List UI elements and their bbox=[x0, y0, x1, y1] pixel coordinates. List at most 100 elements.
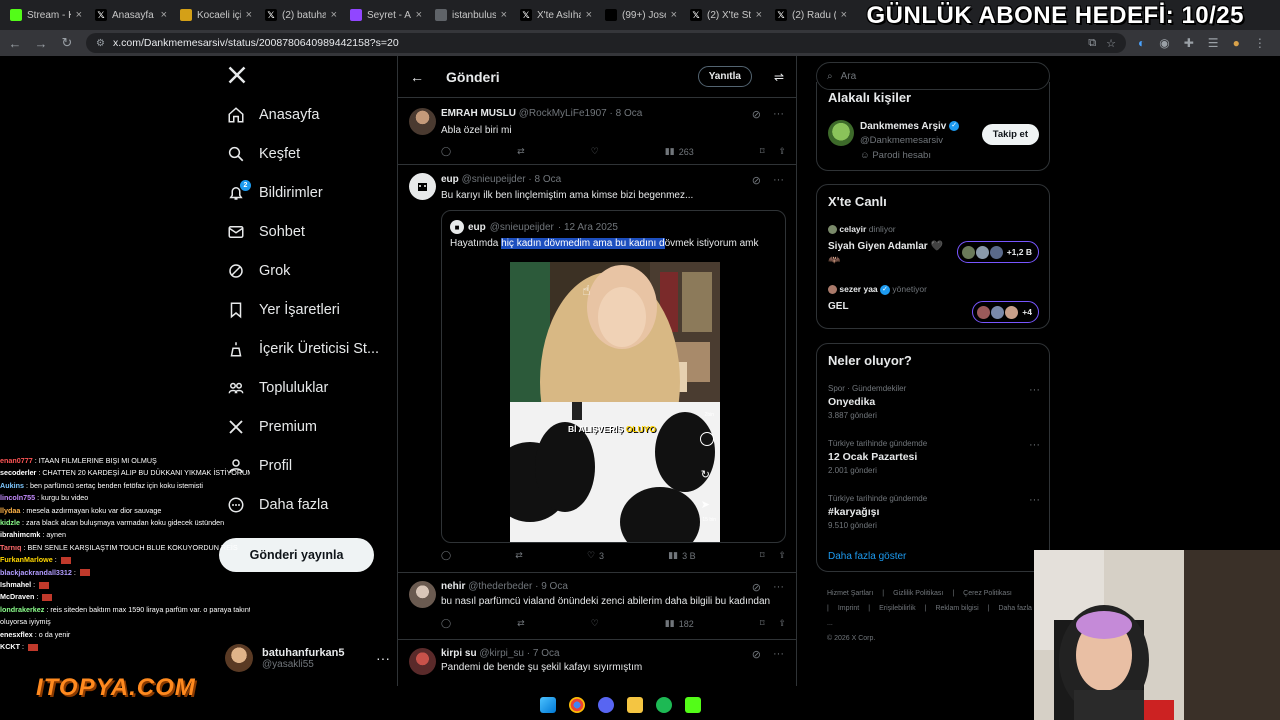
grok-icon[interactable]: ⊘ bbox=[752, 174, 761, 187]
browser-tab[interactable]: istanbulusu × bbox=[429, 3, 513, 27]
sidebar-item-communities[interactable]: Topluluklar bbox=[227, 373, 328, 403]
reply-icon[interactable]: ◯ bbox=[441, 618, 451, 629]
reading-list-icon[interactable]: ☰ bbox=[1208, 36, 1219, 50]
sidebar-item-grok[interactable]: Grok bbox=[227, 256, 290, 286]
like-stat[interactable]: ♡ 3 bbox=[587, 550, 604, 561]
more-dots-icon[interactable]: ··· bbox=[376, 650, 390, 666]
quoted-tweet[interactable]: ■ eup @snieupeijder · 12 Ara 2025 Hayatı… bbox=[441, 210, 786, 543]
browser-tab[interactable]: (99+) Josep × bbox=[599, 3, 683, 27]
reload-icon[interactable]: ↻ bbox=[60, 35, 74, 51]
like-icon[interactable]: ♡ bbox=[591, 618, 599, 629]
refresh-icon[interactable]: ↻ bbox=[701, 468, 710, 481]
bookmark-icon[interactable]: ⌑ bbox=[760, 550, 765, 561]
reply-button[interactable]: Yanıtla bbox=[697, 66, 752, 87]
retweet-icon[interactable]: ⇄ bbox=[517, 618, 525, 629]
avatar[interactable] bbox=[409, 173, 436, 200]
more-dots-icon[interactable]: ··· bbox=[1029, 494, 1040, 506]
avatar[interactable] bbox=[828, 120, 854, 146]
reply-tweet[interactable]: EMRAH MUSLU @RockMyLiFe1907 · 8 Oca ⊘ ··… bbox=[398, 98, 796, 165]
sidebar-item-search[interactable]: Keşfet bbox=[227, 139, 300, 169]
more-dots-icon[interactable]: ··· bbox=[773, 108, 784, 121]
tweet-date[interactable]: · 9 Oca bbox=[535, 581, 568, 592]
file-explorer-icon[interactable] bbox=[627, 697, 643, 713]
person-name-row[interactable]: Dankmemes Arşiv ✓ bbox=[860, 121, 960, 132]
sidebar-item-mail[interactable]: Sohbet bbox=[227, 217, 305, 247]
tweet-date[interactable]: · 7 Oca bbox=[527, 648, 560, 659]
more-dots-icon[interactable]: ··· bbox=[773, 581, 784, 594]
video-player[interactable]: Bİ ALIŞVERİŞ OLUYO 2bin ↻ ➤ 15 bin ☝ bbox=[510, 262, 720, 542]
reply-tweet[interactable]: kirpi su @kirpi_su · 7 Oca ⊘ ··· Pandemi… bbox=[398, 640, 796, 686]
footer-link[interactable]: Hizmet Şartları bbox=[827, 590, 873, 597]
live-listeners-pill[interactable]: +1,2 B bbox=[956, 241, 1039, 263]
share-icon[interactable]: ⇪ bbox=[778, 146, 786, 157]
browser-tab[interactable]: Stream - K × bbox=[4, 3, 88, 27]
url-input[interactable]: ⚙ x.com/Dankmemesarsiv/status/2008780640… bbox=[86, 33, 1126, 53]
close-tab-icon[interactable]: × bbox=[416, 9, 422, 21]
author-handle[interactable]: @thederbeder bbox=[468, 581, 532, 592]
sidebar-item-bookmark[interactable]: Yer İşaretleri bbox=[227, 295, 340, 325]
footer-link[interactable]: Reklam bilgisi bbox=[935, 605, 978, 612]
vpn-icon[interactable]: ◉ bbox=[1159, 36, 1169, 50]
tweet-date[interactable]: · 8 Oca bbox=[528, 174, 561, 185]
bookmark-star-icon[interactable]: ☆ bbox=[1106, 37, 1116, 50]
avatar[interactable] bbox=[409, 648, 436, 675]
trend-item[interactable]: Türkiye tarihinde gündemde #karyağışı 9.51… bbox=[828, 494, 1040, 530]
back-icon[interactable]: ← bbox=[8, 36, 22, 51]
footer-link[interactable]: Erişilebilirlik bbox=[879, 605, 916, 612]
avatar[interactable] bbox=[409, 581, 436, 608]
author-name[interactable]: eup bbox=[441, 174, 459, 185]
browser-tab[interactable]: 𝕏 (2) batuha × bbox=[259, 3, 343, 27]
kebab-menu-icon[interactable]: ⋮ bbox=[1254, 36, 1266, 50]
author-handle[interactable]: @snieupeijder bbox=[462, 174, 526, 185]
more-dots-icon[interactable]: ··· bbox=[1029, 384, 1040, 396]
browser-tab[interactable]: 𝕏 (2) Radu (× bbox=[769, 3, 853, 27]
footer-link[interactable]: Çerez Politikası bbox=[963, 590, 1012, 597]
share-icon[interactable]: ⇪ bbox=[778, 550, 786, 561]
show-more-link[interactable]: Daha fazla göster bbox=[828, 551, 906, 562]
sidebar-item-x-premium[interactable]: Premium bbox=[227, 412, 317, 442]
trend-item[interactable]: Spor · Gündemdekiler Onyedika 3.887 gönder… bbox=[828, 384, 1040, 420]
browser-tab[interactable]: 𝕏 (2) X'te Stu × bbox=[684, 3, 768, 27]
forward-icon[interactable]: → bbox=[34, 36, 48, 51]
views-stat[interactable]: ▮▮ 3 B bbox=[668, 550, 695, 561]
browser-tab[interactable]: Kocaeli için × bbox=[174, 3, 258, 27]
like-icon[interactable]: ♡ bbox=[591, 146, 599, 157]
close-tab-icon[interactable]: × bbox=[586, 9, 592, 21]
follow-button[interactable]: Takip et bbox=[981, 124, 1039, 145]
reply-icon[interactable]: ◯ bbox=[441, 550, 451, 561]
back-arrow-icon[interactable]: ← bbox=[410, 69, 424, 85]
reply-tweet[interactable]: nehir @thederbeder · 9 Oca ⊘ ··· bu nası… bbox=[398, 573, 796, 640]
views-stat[interactable]: ▮▮ 263 bbox=[665, 146, 694, 157]
author-name[interactable]: EMRAH MUSLU bbox=[441, 108, 516, 119]
discord-icon[interactable] bbox=[598, 697, 614, 713]
author-handle[interactable]: @RockMyLiFe1907 bbox=[519, 108, 607, 119]
retweet-icon[interactable]: ⇄ bbox=[515, 550, 523, 561]
more-dots-icon[interactable]: ··· bbox=[773, 174, 784, 187]
more-dots-icon[interactable]: ··· bbox=[1029, 439, 1040, 451]
grok-icon[interactable]: ⊘ bbox=[752, 648, 761, 661]
grok-icon[interactable]: ⊘ bbox=[752, 108, 761, 121]
live-space-title[interactable]: Siyah Giyen Adamlar 🖤 bbox=[828, 241, 943, 252]
live-listeners-pill[interactable]: +4 bbox=[972, 301, 1039, 323]
footer-link[interactable]: Gizlilik Politikası bbox=[893, 590, 943, 597]
extension-icon[interactable]: ◐ bbox=[1138, 36, 1145, 50]
grok-icon[interactable]: ⊘ bbox=[752, 581, 761, 594]
close-tab-icon[interactable]: × bbox=[246, 9, 252, 21]
search-icon[interactable] bbox=[700, 432, 714, 446]
avatar[interactable] bbox=[409, 108, 436, 135]
close-tab-icon[interactable]: × bbox=[501, 9, 507, 21]
bookmark-icon[interactable]: ⌑ bbox=[760, 618, 765, 629]
install-app-icon[interactable]: ⧉ bbox=[1088, 37, 1096, 50]
footer-link[interactable]: © 2026 X Corp. bbox=[827, 635, 875, 642]
sidebar-item-creator[interactable]: İçerik Üreticisi St... bbox=[227, 334, 379, 364]
views-stat[interactable]: ▮▮ 182 bbox=[665, 618, 694, 629]
close-tab-icon[interactable]: × bbox=[671, 9, 677, 21]
author-handle[interactable]: @kirpi_su bbox=[479, 648, 524, 659]
start-menu-icon[interactable] bbox=[540, 697, 556, 713]
reply-tweet[interactable]: eup @snieupeijder · 8 Oca ⊘ ··· Bu karıy… bbox=[398, 165, 796, 573]
live-space-title[interactable]: GEL bbox=[828, 301, 849, 312]
footer-link[interactable]: Imprint bbox=[838, 605, 859, 612]
author-name[interactable]: kirpi su bbox=[441, 648, 477, 659]
more-dots-icon[interactable]: ··· bbox=[773, 648, 784, 661]
spotify-icon[interactable] bbox=[656, 697, 672, 713]
